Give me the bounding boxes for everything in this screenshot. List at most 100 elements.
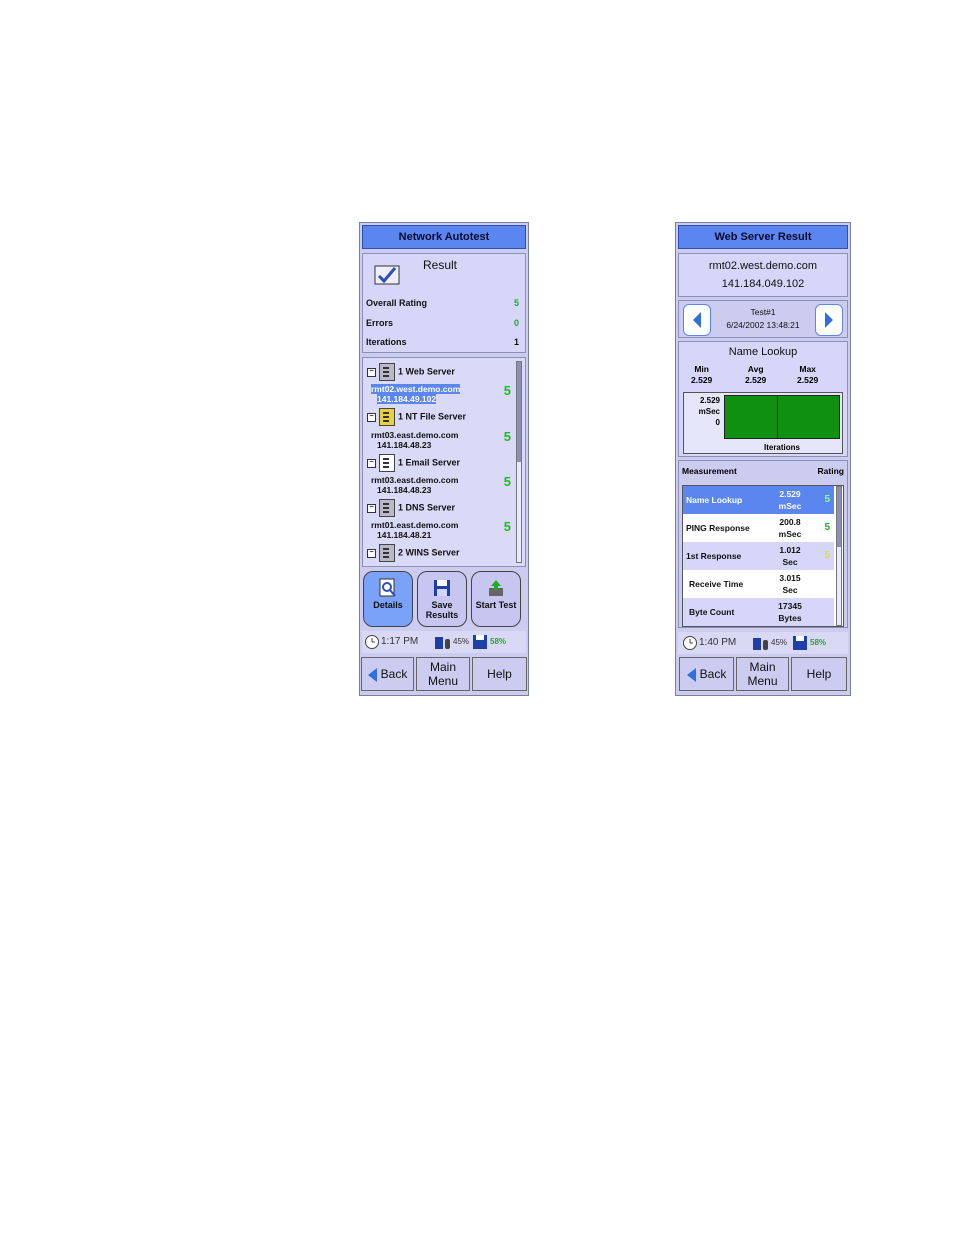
arrow-left-icon [693,312,701,328]
scrollbar-thumb[interactable] [837,487,841,547]
stat-min: Min 2.529 [691,364,713,385]
result-icon [374,265,400,285]
battery-icon [435,637,450,649]
clock-icon [365,635,379,649]
rating-value: 5 [503,383,511,398]
test-number: Test#1 [750,307,776,317]
chart-marker [777,396,778,438]
help-button[interactable]: Help [791,657,847,691]
status-bar: 1:40 PM 45% 58% [678,632,848,654]
overall-rating-row: Overall Rating 5 [366,298,519,308]
collapse-icon[interactable]: − [367,458,376,468]
tree-leaf-dns-server[interactable]: rmt01.east.demo.com 141.184.48.21 5 [371,520,511,540]
storage-percent: 58% [490,637,507,646]
measurement-scrollbar[interactable] [836,486,842,626]
measurement-list: Name Lookup 2.529 mSec 5 PING Response 20… [682,485,844,627]
storage-icon [793,636,807,650]
host-ip: 141.184.049.102 [721,278,805,290]
measurement-row-receive-time[interactable]: Receive Time 3.015 Sec [683,570,834,598]
iterations-label: Iterations [366,337,407,347]
server-icon [379,363,395,381]
y-min-label: 0 [715,418,720,427]
chart-title: Name Lookup [728,346,798,358]
title-bar: Web Server Result [678,225,848,249]
magnifier-icon [379,578,396,597]
network-autotest-screen: Network Autotest Result Overall Rating 5… [359,222,529,696]
tree-leaf-web-server[interactable]: rmt02.west.demo.com 141.184.49.102 5 [371,384,511,404]
result-summary-panel: Result Overall Rating 5 Errors 0 Iterati… [362,253,526,353]
iterations-value: 1 [513,337,519,347]
folder-server-icon [379,408,395,426]
errors-row: Errors 0 [366,318,519,328]
chart-box: 2.529 mSec 0 Iterations [683,392,843,454]
email-server-icon [379,454,395,472]
tree-node-wins-server[interactable]: −2 WINS Server [367,544,511,562]
collapse-icon[interactable]: − [367,412,376,422]
errors-label: Errors [366,318,394,328]
stat-max: Max 2.529 [797,364,819,385]
start-test-button[interactable]: Start Test [471,571,521,627]
chart-bar [724,395,840,439]
overall-rating-value: 5 [513,298,519,308]
measurement-row-1st-response[interactable]: 1st Response 1.012 Sec 5 [683,542,834,570]
measurement-row-ping-response[interactable]: PING Response 200.8 mSec 5 [683,514,834,542]
status-time: 1:17 PM [381,636,419,647]
back-button[interactable]: Back [361,657,414,691]
chart-y-axis: 2.529 mSec 0 [686,395,720,428]
name-lookup-chart-panel: Name Lookup Min 2.529 Avg 2.529 Max 2.529 2… [678,341,848,457]
collapse-icon[interactable]: − [367,367,376,377]
test-datetime: 6/24/2002 13:48:21 [726,320,800,330]
main-menu-button[interactable]: Main Menu [736,657,789,691]
battery-icon [753,638,768,650]
floppy-disk-icon [434,580,450,596]
next-test-button[interactable] [815,304,843,336]
battery-percent: 45% [453,637,470,646]
measurement-header: Measurement [682,466,737,476]
start-test-icon [489,580,503,596]
rating-value: 5 [503,474,511,489]
tree-leaf-nt-file-server[interactable]: rmt03.east.demo.com 141.184.48.23 5 [371,430,511,450]
rating-value: 5 [503,519,511,534]
scrollbar-thumb[interactable] [517,362,521,462]
collapse-icon[interactable]: − [367,548,376,558]
tree-leaf-email-server[interactable]: rmt03.east.demo.com 141.184.48.23 5 [371,475,511,495]
test-navigator: Test#1 6/24/2002 13:48:21 [678,300,848,338]
web-server-result-screen: Web Server Result rmt02.west.demo.com 14… [675,222,851,696]
measurement-row-byte-count[interactable]: Byte Count 17345 Bytes [683,598,834,626]
arrow-right-icon [825,312,833,328]
rating-header: Rating [817,466,844,476]
tree-node-email-server[interactable]: −1 Email Server [367,454,511,472]
previous-test-button[interactable] [683,304,711,336]
tree-node-web-server[interactable]: −1 Web Server [367,363,511,381]
title-bar: Network Autotest [362,225,526,249]
host-name: rmt02.west.demo.com [708,260,818,272]
help-button[interactable]: Help [472,657,527,691]
errors-value: 0 [513,318,519,328]
y-max-label: 2.529 [699,396,720,405]
measurement-table: Measurement Rating Name Lookup 2.529 mSec… [678,460,848,628]
save-results-button[interactable]: Save Results [417,571,467,627]
tree-scrollbar[interactable] [516,361,522,563]
result-heading: Result [423,258,458,272]
battery-percent: 45% [771,638,788,647]
status-bar: 1:17 PM 45% 58% [362,631,526,653]
host-panel: rmt02.west.demo.com 141.184.049.102 [678,253,848,297]
back-button[interactable]: Back [679,657,734,691]
server-icon [379,544,395,562]
collapse-icon[interactable]: − [367,503,376,513]
main-menu-button[interactable]: Main Menu [416,657,470,691]
details-button[interactable]: Details [363,571,413,627]
test-info: Test#1 6/24/2002 13:48:21 [713,306,813,332]
tree-node-nt-file-server[interactable]: −1 NT File Server [367,408,511,426]
rating-value: 5 [503,429,511,444]
overall-rating-label: Overall Rating [366,298,428,308]
back-arrow-icon [686,667,696,682]
storage-icon [473,635,487,649]
server-icon [379,499,395,517]
server-tree: −1 Web Server rmt02.west.demo.com 141.18… [362,357,526,567]
back-arrow-icon [367,667,377,682]
y-unit-label: mSec [698,407,720,416]
tree-node-dns-server[interactable]: −1 DNS Server [367,499,511,517]
measurement-row-name-lookup[interactable]: Name Lookup 2.529 mSec 5 [683,486,834,514]
stat-avg: Avg 2.529 [745,364,767,385]
